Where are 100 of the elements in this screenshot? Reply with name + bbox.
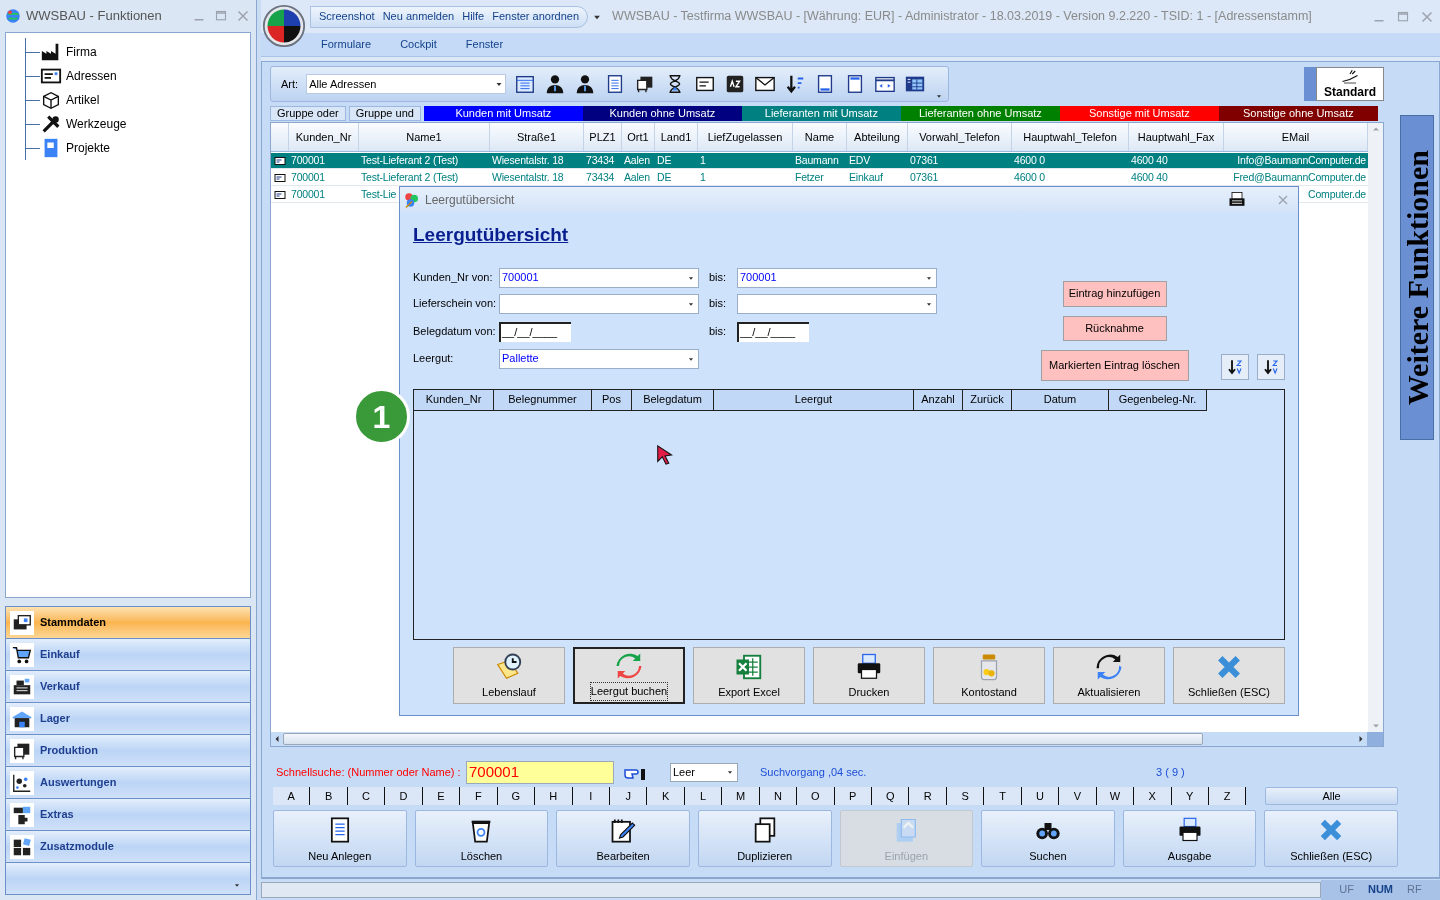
letter-button[interactable]: E — [422, 787, 461, 805]
date-field[interactable]: __/__/____ — [737, 321, 809, 342]
column-header[interactable]: Belegdatum — [632, 389, 714, 411]
combo-box[interactable]: 700001 — [737, 267, 937, 288]
combo-box[interactable]: Pallette — [499, 348, 699, 369]
combo-box[interactable]: Alle Adressen — [306, 74, 507, 94]
menu-item[interactable]: Cockpit — [400, 36, 437, 53]
nav-item[interactable]: Zusatzmodule — [6, 831, 250, 863]
letter-button[interactable]: I — [572, 787, 610, 805]
action-button[interactable]: Eintrag hinzufügen — [1062, 280, 1167, 307]
letter-button[interactable]: G — [497, 787, 536, 805]
search-field[interactable]: 700001 — [466, 760, 614, 784]
action-button[interactable]: Ausgabe — [1122, 810, 1257, 867]
action-button[interactable]: Duplizieren — [697, 810, 832, 867]
letter-button[interactable]: Z — [1208, 787, 1247, 805]
letter-button[interactable]: Y — [1171, 787, 1209, 805]
column-header[interactable]: LiefZugelassen — [698, 123, 793, 151]
column-header[interactable]: Zurück — [963, 389, 1012, 411]
column-header[interactable]: Leergut — [714, 389, 914, 411]
letter-button[interactable]: U — [1021, 787, 1060, 805]
sort-button[interactable] — [1221, 353, 1249, 380]
nav-item[interactable]: Stammdaten — [6, 607, 250, 639]
filter-button[interactable]: Kunden mit Umsatz — [423, 106, 583, 121]
column-header[interactable]: Gegenbeleg-Nr. — [1109, 389, 1207, 411]
letter-button[interactable]: J — [609, 787, 648, 805]
dropdown[interactable]: Leer — [670, 762, 738, 782]
letter-button[interactable]: C — [347, 787, 386, 805]
nav-item[interactable]: Extras — [6, 799, 250, 831]
column-header[interactable]: Vorwahl_Telefon — [908, 123, 1012, 151]
nav-item[interactable]: Einkauf — [6, 639, 250, 671]
menu-item[interactable]: Fenster — [465, 36, 504, 53]
calendar-icon[interactable] — [514, 73, 537, 95]
letter-button[interactable]: L — [684, 787, 723, 805]
nav-item[interactable]: Produktion — [6, 735, 250, 767]
action-button[interactable]: Neu Anlegen — [273, 810, 407, 867]
menu-item[interactable]: Formulare — [321, 36, 372, 53]
action-button[interactable]: Rücknahme — [1062, 315, 1167, 341]
nav-item[interactable]: Verkauf — [6, 671, 250, 703]
all-button[interactable]: Alle — [1265, 787, 1399, 805]
action-button[interactable]: Schließen (ESC) — [1264, 810, 1398, 867]
column-header[interactable]: Name — [793, 123, 847, 151]
column-header[interactable]: Kunden_Nr — [414, 389, 494, 411]
nav-item[interactable]: Lager — [6, 703, 250, 735]
action-button[interactable]: Bearbeiten — [556, 810, 690, 867]
column-header[interactable]: Anzahl — [914, 389, 963, 411]
letter-button[interactable]: F — [460, 787, 498, 805]
date-field[interactable]: __/__/____ — [499, 321, 571, 342]
letter-button[interactable]: T — [984, 787, 1022, 805]
action-button[interactable]: Suchen — [981, 810, 1115, 867]
column-header[interactable]: Straße1 — [490, 123, 584, 151]
filter-button[interactable]: Gruppe und — [348, 106, 421, 121]
letter-button[interactable]: V — [1059, 787, 1097, 805]
filter-button[interactable]: Lieferanten mit Umsatz — [741, 106, 901, 121]
column-header[interactable]: Name1 — [359, 123, 490, 151]
quick-access-item[interactable]: Screenshot — [319, 8, 375, 25]
column-header[interactable]: Abteilung — [847, 123, 908, 151]
column-header[interactable]: Belegnummer — [494, 389, 592, 411]
nav-item[interactable]: Auswertungen — [6, 767, 250, 799]
letter-button[interactable]: N — [759, 787, 798, 805]
filter-button[interactable]: Lieferanten ohne Umsatz — [900, 106, 1060, 121]
column-header[interactable]: Hauptwahl_Fax — [1129, 123, 1224, 151]
filter-button[interactable]: Gruppe oder — [270, 106, 346, 121]
tree-item[interactable]: Artikel — [66, 91, 100, 109]
letter-button[interactable]: P — [834, 787, 872, 805]
letter-button[interactable]: D — [385, 787, 423, 805]
standard-button[interactable]: Standard — [1316, 67, 1384, 101]
table-row[interactable]: 700001 Test-Lieferant 2 (Test) Wiesentalstr. 18 73434 Aalen DE 1 Baumann EDV 07361 4600 0 4600 40 Info@BaumannComputer.de — [271, 153, 1368, 169]
dialog-button[interactable]: Lebenslauf — [453, 646, 565, 704]
side-tab[interactable]: Weitere Funktionen — [1400, 115, 1434, 440]
dialog-button[interactable]: Leergut buchen — [573, 646, 685, 704]
filter-button[interactable]: Sonstige mit Umsatz — [1059, 106, 1219, 121]
letter-button[interactable]: B — [310, 787, 348, 805]
column-header[interactable]: Kunden_Nr — [289, 123, 359, 151]
tree-item[interactable]: Projekte — [66, 139, 111, 157]
filter-button[interactable]: Kunden ohne Umsatz — [582, 106, 742, 121]
quick-access-item[interactable]: Fenster anordnen — [492, 8, 580, 25]
column-header[interactable]: Ort1 — [622, 123, 655, 151]
tree-item[interactable]: Werkzeuge — [66, 115, 127, 133]
dialog-button[interactable]: Schließen (ESC) — [1173, 646, 1285, 704]
letter-button[interactable]: S — [946, 787, 985, 805]
filter-button[interactable]: Sonstige ohne Umsatz — [1218, 106, 1378, 121]
letter-button[interactable]: M — [722, 787, 760, 805]
column-header[interactable]: Land1 — [655, 123, 698, 151]
letter-button[interactable]: R — [909, 787, 947, 805]
scrollbar[interactable] — [271, 732, 1383, 746]
action-button[interactable]: Löschen — [414, 810, 549, 867]
letter-button[interactable]: K — [647, 787, 685, 805]
letter-button[interactable]: W — [1096, 787, 1135, 805]
letter-button[interactable]: H — [535, 787, 573, 805]
quick-access-item[interactable]: Neu anmelden — [382, 8, 455, 25]
dialog-button[interactable]: Drucken — [813, 646, 925, 704]
toolbar-handle[interactable] — [1304, 67, 1316, 101]
dialog-button[interactable]: Aktualisieren — [1053, 646, 1165, 704]
action-button[interactable]: Markierten Eintrag löschen — [1040, 349, 1189, 381]
quick-access-item[interactable]: Hilfe — [462, 8, 485, 25]
sort-button[interactable] — [1257, 353, 1285, 380]
scrollbar[interactable] — [1368, 123, 1383, 732]
column-header[interactable]: PLZ1 — [584, 123, 622, 151]
letter-button[interactable]: A — [273, 787, 311, 805]
tree-item[interactable]: Firma — [66, 43, 97, 61]
